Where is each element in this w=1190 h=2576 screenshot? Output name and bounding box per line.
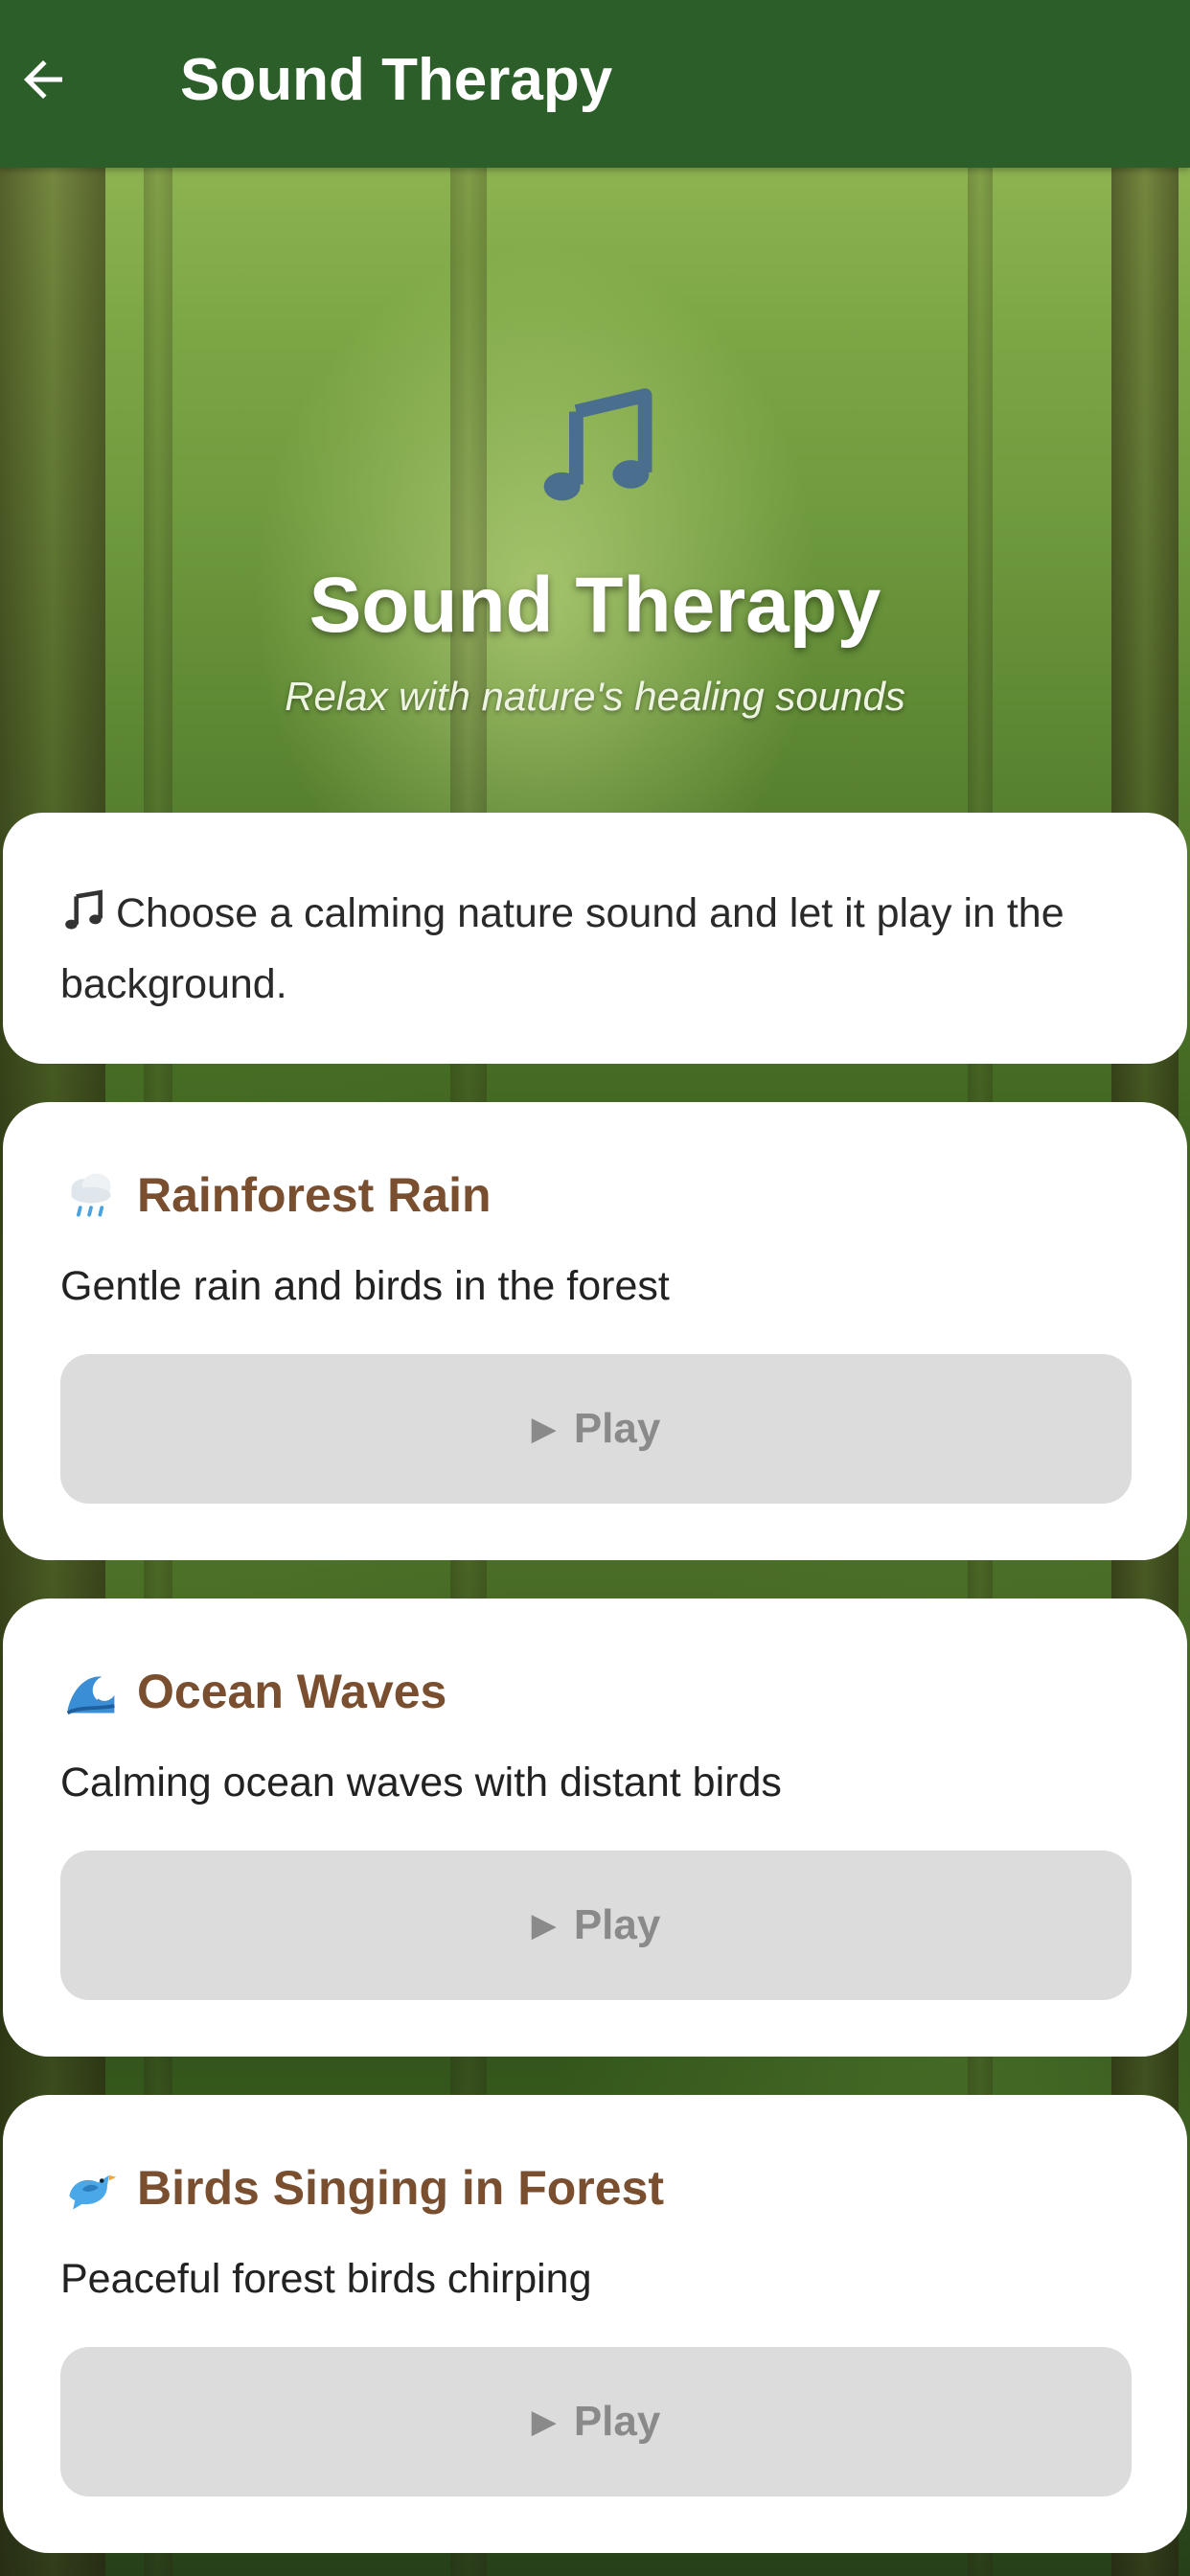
- bird-icon: [60, 2157, 122, 2219]
- sound-description: Peaceful forest birds chirping: [60, 2256, 592, 2302]
- play-icon: ▶: [531, 2404, 557, 2440]
- play-button-label: Play: [573, 1405, 661, 1452]
- sound-card-ocean-waves: Ocean Waves Calming ocean waves with dis…: [3, 1598, 1187, 2057]
- music-notes-icon: [543, 388, 652, 501]
- play-button[interactable]: ▶ Play: [60, 1354, 1132, 1504]
- play-button[interactable]: ▶ Play: [60, 2347, 1132, 2496]
- app-bar: Sound Therapy: [0, 0, 1190, 168]
- back-button[interactable]: [10, 36, 77, 123]
- info-text: Choose a calming nature sound and let it…: [60, 890, 1064, 1007]
- sound-card-rainforest-rain: Rainforest Rain Gentle rain and birds in…: [3, 1102, 1187, 1560]
- play-button-label: Play: [573, 1901, 661, 1948]
- sound-title: Ocean Waves: [60, 1658, 446, 1725]
- play-button[interactable]: ▶ Play: [60, 1851, 1132, 2000]
- sound-title: Rainforest Rain: [60, 1162, 492, 1229]
- play-icon: ▶: [531, 1907, 557, 1944]
- info-card: Choose a calming nature sound and let it…: [3, 813, 1187, 1064]
- hero-title: Sound Therapy: [309, 562, 881, 649]
- rain-cloud-icon: [60, 1164, 122, 1226]
- hero-section: Sound Therapy Relax with nature's healin…: [0, 168, 1190, 819]
- sound-description: Calming ocean waves with distant birds: [60, 1760, 782, 1806]
- sound-title-text: Rainforest Rain: [137, 1168, 492, 1222]
- sound-description: Gentle rain and birds in the forest: [60, 1263, 670, 1309]
- app-bar-title: Sound Therapy: [180, 47, 613, 113]
- sound-card-birds-singing: Birds Singing in Forest Peaceful forest …: [3, 2095, 1187, 2553]
- sound-title-text: Ocean Waves: [137, 1665, 447, 1718]
- wave-icon: [60, 1661, 122, 1722]
- arrow-left-icon: [24, 60, 62, 99]
- sound-title-text: Birds Singing in Forest: [137, 2161, 665, 2215]
- sound-title: Birds Singing in Forest: [60, 2154, 664, 2221]
- hero-subtitle: Relax with nature's healing sounds: [285, 674, 905, 719]
- play-button-label: Play: [573, 2398, 661, 2445]
- music-note-icon: [65, 889, 103, 930]
- play-icon: ▶: [531, 1411, 557, 1447]
